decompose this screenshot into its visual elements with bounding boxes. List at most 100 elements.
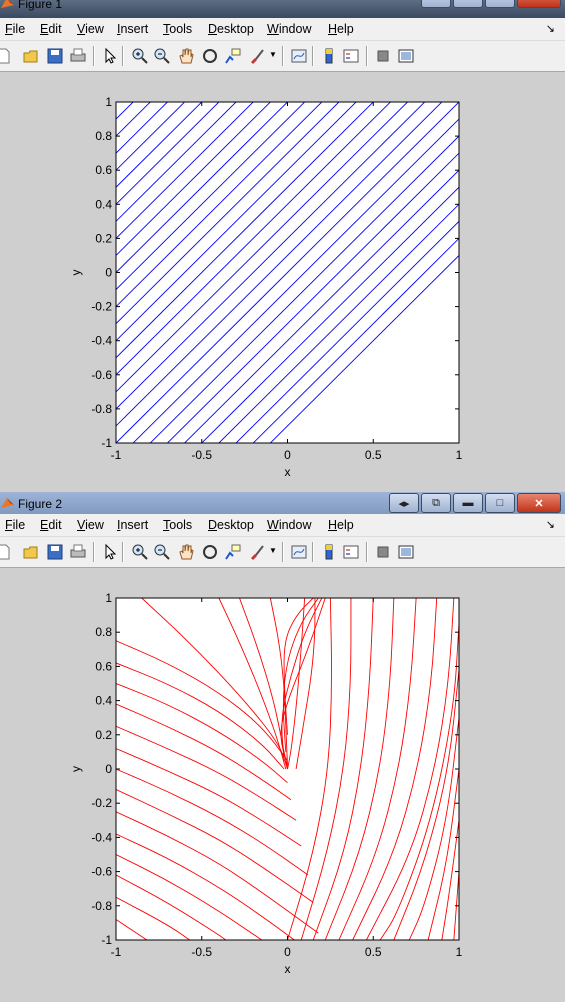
hide-plot-tools-icon[interactable] bbox=[374, 47, 392, 65]
figure-1-axes[interactable]: -1 -0.5 0 0.5 1 -1 -0.8 -0.6 -0.4 -0.2 0 0.2 0.4 0.6 0… bbox=[0, 72, 565, 492]
y-tick-label: 0.8 bbox=[95, 129, 112, 143]
figure-2-axes[interactable]: -1 -0.5 0 0.5 1 -1 -0.8 -0.6 -0.4 -0.2 0 0.2 0.4 0.6 0… bbox=[0, 568, 565, 1002]
zoom-out-icon[interactable] bbox=[153, 543, 171, 561]
undock-icon[interactable]: ⧉ bbox=[421, 493, 451, 513]
save-icon[interactable] bbox=[46, 47, 64, 65]
show-plot-tools-icon[interactable] bbox=[397, 543, 415, 561]
x-tick-label: -1 bbox=[111, 945, 122, 959]
brush-icon[interactable] bbox=[248, 47, 266, 65]
show-plot-tools-icon[interactable] bbox=[397, 47, 415, 65]
minimize-icon[interactable] bbox=[453, 0, 483, 8]
dock-arrow-icon[interactable]: ↘ bbox=[546, 22, 555, 35]
rotate-3d-icon[interactable] bbox=[201, 47, 219, 65]
y-axis-label: y bbox=[69, 270, 83, 276]
pan-icon[interactable] bbox=[177, 543, 195, 561]
y-tick-label: -0.6 bbox=[91, 368, 112, 382]
menu-file[interactable]: File bbox=[5, 518, 25, 532]
new-figure-icon[interactable] bbox=[0, 543, 12, 561]
menu-file[interactable]: File bbox=[5, 22, 25, 36]
menu-window[interactable]: Window bbox=[267, 22, 311, 36]
y-tick-label: 0.6 bbox=[95, 163, 112, 177]
x-tick-label: 0 bbox=[284, 945, 291, 959]
open-file-icon[interactable] bbox=[22, 543, 40, 561]
menu-help[interactable]: Help bbox=[328, 518, 354, 532]
y-tick-label: 0.8 bbox=[95, 625, 112, 639]
menu-view[interactable]: View bbox=[77, 22, 104, 36]
close-icon[interactable] bbox=[517, 0, 561, 8]
zoom-out-icon[interactable] bbox=[153, 47, 171, 65]
y-tick-label: -0.8 bbox=[91, 402, 112, 416]
menu-tools[interactable]: Tools bbox=[163, 518, 192, 532]
menu-edit[interactable]: Edit bbox=[40, 518, 62, 532]
x-tick-label: 1 bbox=[456, 448, 463, 462]
x-axis-label: x bbox=[285, 962, 291, 976]
print-icon[interactable] bbox=[69, 543, 87, 561]
menu-desktop[interactable]: Desktop bbox=[208, 518, 254, 532]
minimize-icon[interactable]: ▬ bbox=[453, 493, 483, 513]
toolbar-separator bbox=[93, 46, 95, 66]
link-plot-icon[interactable] bbox=[290, 543, 308, 561]
menu-desktop[interactable]: Desktop bbox=[208, 22, 254, 36]
y-tick-label: 0 bbox=[105, 266, 112, 280]
brush-dropdown-icon[interactable]: ▼ bbox=[269, 50, 277, 59]
data-cursor-icon[interactable] bbox=[224, 543, 242, 561]
figure-2-titlebar[interactable]: Figure 2 ◂▸ ⧉ ▬ □ ✕ bbox=[0, 492, 565, 516]
save-icon[interactable] bbox=[46, 543, 64, 561]
toolbar-separator bbox=[366, 542, 368, 562]
legend-icon[interactable] bbox=[342, 47, 360, 65]
toolbar-separator bbox=[366, 46, 368, 66]
menu-window[interactable]: Window bbox=[267, 518, 311, 532]
y-tick-label: -0.6 bbox=[91, 865, 112, 879]
menu-help[interactable]: Help bbox=[328, 22, 354, 36]
close-icon[interactable]: ✕ bbox=[517, 493, 561, 513]
figure-1-plot-area: -1 -0.5 0 0.5 1 -1 -0.8 -0.6 -0.4 -0.2 0 0.2 0.4 0.6 0… bbox=[0, 72, 565, 492]
y-tick-label: 0.2 bbox=[95, 728, 112, 742]
toolbar-separator bbox=[282, 542, 284, 562]
figure-1-menubar: File Edit View Insert Tools Desktop Wind… bbox=[0, 18, 565, 40]
y-tick-label: 0 bbox=[105, 762, 112, 776]
maximize-icon[interactable]: □ bbox=[485, 493, 515, 513]
legend-icon[interactable] bbox=[342, 543, 360, 561]
x-tick-label: -0.5 bbox=[191, 945, 212, 959]
matlab-app-icon bbox=[1, 498, 14, 508]
menu-view[interactable]: View bbox=[77, 518, 104, 532]
dock-arrow-icon[interactable]: ↘ bbox=[546, 518, 555, 531]
pointer-icon[interactable] bbox=[101, 543, 119, 561]
colorbar-icon[interactable] bbox=[320, 543, 338, 561]
new-figure-icon[interactable] bbox=[0, 47, 12, 65]
pan-icon[interactable] bbox=[177, 47, 195, 65]
figure-2-title: Figure 2 bbox=[18, 497, 63, 511]
hide-plot-tools-icon[interactable] bbox=[374, 543, 392, 561]
y-tick-label: 1 bbox=[105, 95, 112, 109]
figure-2-toolbar: ▼ bbox=[0, 536, 565, 568]
maximize-icon[interactable] bbox=[485, 0, 515, 8]
y-tick-label: 1 bbox=[105, 591, 112, 605]
figure-1-title: Figure 1 bbox=[18, 0, 63, 11]
toolbar-separator bbox=[122, 46, 124, 66]
zoom-in-icon[interactable] bbox=[131, 47, 149, 65]
restore-dock-icon[interactable]: ◂▸ bbox=[389, 493, 419, 513]
rotate-3d-icon[interactable] bbox=[201, 543, 219, 561]
colorbar-icon[interactable] bbox=[320, 47, 338, 65]
undock-icon[interactable] bbox=[421, 0, 451, 8]
brush-dropdown-icon[interactable]: ▼ bbox=[269, 546, 277, 555]
x-tick-label: 0.5 bbox=[365, 945, 382, 959]
menu-edit[interactable]: Edit bbox=[40, 22, 62, 36]
brush-icon[interactable] bbox=[248, 543, 266, 561]
open-file-icon[interactable] bbox=[22, 47, 40, 65]
menu-tools[interactable]: Tools bbox=[163, 22, 192, 36]
link-plot-icon[interactable] bbox=[290, 47, 308, 65]
data-cursor-icon[interactable] bbox=[224, 47, 242, 65]
y-tick-label: -1 bbox=[101, 436, 112, 450]
y-tick-label: 0.4 bbox=[95, 694, 112, 708]
zoom-in-icon[interactable] bbox=[131, 543, 149, 561]
menu-insert[interactable]: Insert bbox=[117, 22, 148, 36]
toolbar-separator bbox=[93, 542, 95, 562]
toolbar-separator bbox=[312, 542, 314, 562]
pointer-icon[interactable] bbox=[101, 47, 119, 65]
x-tick-label: -1 bbox=[111, 448, 122, 462]
figure-1-titlebar[interactable]: Figure 1 bbox=[0, 0, 565, 18]
figure-1-window: Figure 1 File Edit View Insert Tools Des… bbox=[0, 0, 565, 492]
menu-insert[interactable]: Insert bbox=[117, 518, 148, 532]
print-icon[interactable] bbox=[69, 47, 87, 65]
